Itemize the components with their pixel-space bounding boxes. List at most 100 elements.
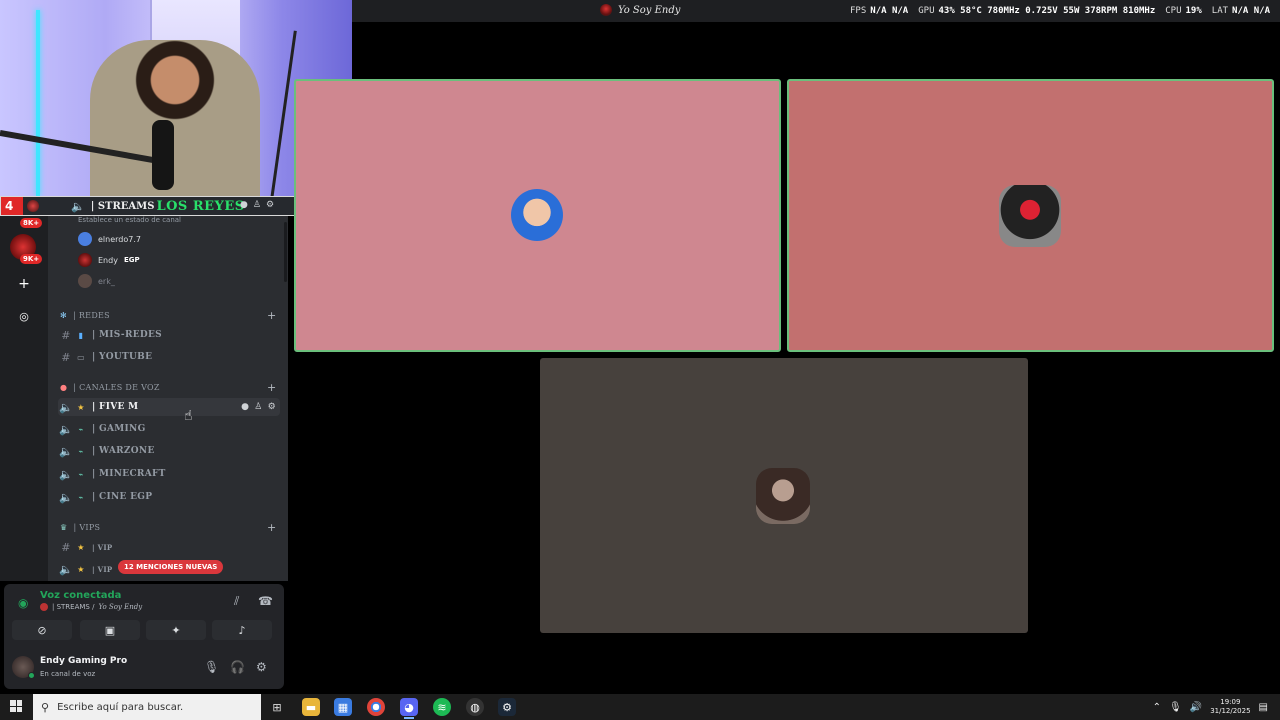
snowflake-icon: ✻ [60, 311, 68, 320]
server-avatar-icon [600, 4, 612, 16]
search-icon: ⚲ [41, 700, 50, 714]
video-tile-endy[interactable] [787, 79, 1274, 352]
fps-stat: FPS N/A N/A [850, 6, 909, 16]
channel-youtube[interactable]: # ▭ | YOUTUBE [58, 348, 280, 366]
noise-suppression-icon[interactable]: ⫽ [234, 594, 239, 609]
speaker-icon: 🔈 [59, 562, 73, 576]
taskbar-search[interactable]: ⚲ Escribe aquí para buscar. [33, 694, 261, 720]
gear-icon[interactable]: ⚙ [268, 402, 276, 412]
video-tile-elnerdo[interactable] [294, 79, 781, 352]
screen-share-icon[interactable]: ▣ [80, 620, 140, 640]
file-explorer-icon[interactable]: ▬ [302, 698, 320, 716]
mushroom-icon: ● [60, 383, 68, 392]
speaker-icon: 🔈 [59, 444, 73, 458]
user-name[interactable]: Endy Gaming Pro [40, 656, 127, 666]
neon-light [36, 10, 40, 196]
avatar [511, 189, 563, 241]
video-tile-erk[interactable] [540, 358, 1028, 633]
system-tray: ⌃ 🎙 🔊 19:09 31/12/2025 ▤ [1153, 698, 1268, 716]
soundboard-icon[interactable]: ♪ [212, 620, 272, 640]
channel-actions: ● ♙ ⚙ [240, 200, 274, 210]
chevron-up-icon[interactable]: ⌃ [1153, 702, 1161, 713]
channel-vip[interactable]: # ★ | VIP [58, 538, 280, 556]
cpu-stat: CPU 19% [1165, 6, 1202, 16]
channel-minecraft[interactable]: 🔈 ⌁ | MINECRAFT [58, 465, 280, 483]
new-mentions-pill[interactable]: 12 MENCIONES NUEVAS [118, 560, 224, 574]
chat-icon[interactable]: ● [240, 200, 248, 210]
voice-status[interactable]: Voz conectada [40, 590, 121, 601]
light-stand [270, 30, 297, 196]
speaker-icon: 🔈 [59, 467, 73, 481]
avatar [999, 185, 1061, 247]
channel-sidebar: Establece un estado de canal elnerdo7.7 … [48, 216, 288, 581]
unread-badge: 9K+ [20, 254, 43, 264]
activities-icon[interactable]: ✦ [146, 620, 206, 640]
speaker-icon: 🔈 [59, 422, 73, 436]
headphones-icon[interactable]: 🎧 [230, 660, 245, 674]
phone-icon: ▮ [78, 330, 84, 340]
channel-actions: ● ♙ ⚙ [241, 402, 276, 412]
chat-icon[interactable]: ● [241, 402, 249, 412]
invite-icon[interactable]: ♙ [254, 402, 262, 412]
add-channel-icon[interactable]: + [267, 309, 277, 322]
spotify-icon[interactable]: ≋ [433, 698, 451, 716]
add-channel-icon[interactable]: + [267, 381, 277, 394]
monitor-icon: ▭ [77, 352, 85, 362]
add-channel-icon[interactable]: + [267, 521, 277, 534]
invite-icon[interactable]: ♙ [253, 200, 261, 210]
microphone-icon[interactable]: 🎙 [204, 660, 219, 674]
category-redes[interactable]: ✻ | REDES + [60, 309, 276, 322]
channel-cine-egp[interactable]: 🔈 ⌁ | CINE EGP [58, 488, 280, 506]
signal-icon[interactable]: ◉ [18, 596, 28, 610]
speaker-icon: 🔈 [71, 199, 85, 213]
camera-off-icon[interactable]: ⊘ [12, 620, 72, 640]
channel-mis-redes[interactable]: # ▮ | MIS-REDES [58, 326, 280, 344]
hash-icon: # [61, 540, 71, 554]
gpu-stat: GPU 43% 58°C 780MHz 0.725V 55W 378RPM 810… [918, 6, 1156, 16]
category-canales-de-voz[interactable]: ● | CANALES DE VOZ + [60, 381, 276, 394]
taskbar: ⚲ Escribe aquí para buscar. ⊞ ▬ ▦ ◕ ≋ ◍ … [0, 694, 1280, 720]
discord-icon[interactable]: ◕ [400, 698, 418, 719]
avatar [756, 468, 810, 524]
server-icon [27, 200, 39, 212]
member-tag: EGP [123, 256, 140, 264]
obs-icon[interactable]: ◍ [466, 698, 484, 716]
volume-icon[interactable]: 🔊 [1190, 702, 1202, 713]
gear-icon[interactable]: ⚙ [256, 660, 267, 674]
voice-member[interactable]: Endy EGP [78, 253, 140, 267]
latency-stat: LAT N/A N/A [1211, 6, 1270, 16]
title-bar: Yo Soy Endy FPS N/A N/A GPU 43% 58°C 780MH… [352, 0, 1280, 22]
server-rail: 8K+ 9K+ + ◎ [0, 216, 48, 581]
microphone-icon[interactable]: 🎙 [1169, 702, 1182, 713]
channel-gaming[interactable]: 🔈 ⌁ | GAMING [58, 420, 280, 438]
eye-icon: ⌁ [78, 469, 84, 479]
chrome-icon[interactable] [367, 698, 385, 716]
hash-icon: # [61, 350, 71, 364]
store-icon[interactable]: ▦ [334, 698, 352, 716]
voice-panel: ◉ Voz conectada | STREAMS / Yo Soy Endy … [4, 584, 284, 689]
scrollbar[interactable] [284, 222, 287, 282]
overlay-title: LOS REYES [156, 198, 245, 214]
voice-member[interactable]: erk_ [78, 274, 115, 288]
notifications-icon[interactable]: ▤ [1259, 702, 1268, 713]
windows-start-icon[interactable] [10, 700, 22, 712]
plus-icon[interactable]: + [14, 274, 34, 294]
task-view-icon[interactable]: ⊞ [268, 698, 286, 716]
compass-icon[interactable]: ◎ [14, 306, 34, 326]
window-title-text: Yo Soy Endy [618, 4, 681, 16]
online-status-icon [28, 672, 35, 679]
category-vips[interactable]: ♛ | VIPS + [60, 521, 276, 534]
speaker-icon: 🔈 [59, 400, 73, 414]
voice-channel[interactable]: | STREAMS / Yo Soy Endy [40, 603, 142, 611]
hand-cursor-icon: ☝ [184, 408, 193, 424]
steam-icon[interactable]: ⚙ [498, 698, 516, 716]
disconnect-icon[interactable]: ☎ [258, 594, 273, 608]
channel-five-m[interactable]: 🔈 ★ | FIVE M ● ♙ ⚙ [58, 398, 280, 416]
gear-icon[interactable]: ⚙ [266, 200, 274, 210]
clock[interactable]: 19:09 31/12/2025 [1210, 698, 1250, 716]
server-icon [40, 603, 48, 611]
channel-status-hint[interactable]: Establece un estado de canal [78, 216, 181, 224]
voice-member[interactable]: elnerdo7.7 [78, 232, 141, 246]
eye-icon: ⌁ [78, 424, 84, 434]
channel-warzone[interactable]: 🔈 ⌁ | WARZONE [58, 442, 280, 460]
